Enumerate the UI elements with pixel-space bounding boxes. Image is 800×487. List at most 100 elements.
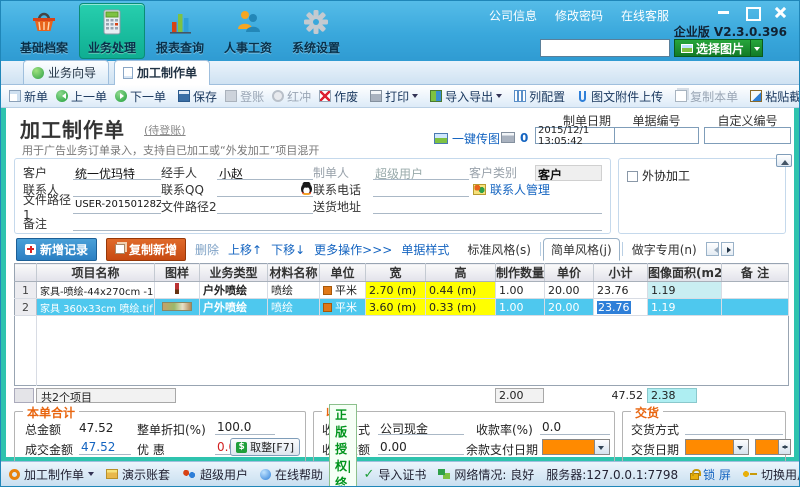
delivery-address-field[interactable] [373, 199, 602, 214]
style-standard[interactable]: 标准风格(s) [460, 239, 538, 260]
minimize-button[interactable] [717, 6, 731, 18]
paste-screenshot-button[interactable]: 粘贴截图 [746, 86, 799, 107]
statusbar-user[interactable]: 超级用户 [182, 466, 248, 483]
column-config-button[interactable]: 列配置 [510, 86, 569, 107]
price-cell[interactable]: 20.00 [544, 298, 594, 316]
tab-business-wizard[interactable]: 业务向导 [23, 60, 110, 84]
delivery-date-picker[interactable] [685, 439, 749, 455]
material-cell[interactable]: 喷绘 [267, 281, 320, 299]
contact-management-link[interactable]: 联系人管理 [469, 181, 602, 198]
next-order-button[interactable]: 下一单 [111, 86, 170, 107]
width-cell[interactable]: 3.60 (m) [365, 298, 426, 316]
subtotal-cell-editing[interactable]: 23.76 [593, 298, 648, 316]
red-reverse-button[interactable]: 红冲 [268, 86, 315, 107]
statusbar-account[interactable]: 演示账套 [106, 466, 170, 483]
statusbar-doc-menu[interactable]: 加工制作单 [9, 466, 95, 483]
attachment-upload-button[interactable]: 图文附件上传 [573, 86, 667, 107]
pay-method-field[interactable]: 公司现金 [378, 420, 464, 436]
file-path2-field[interactable] [217, 199, 313, 214]
nav-item-hr-payroll[interactable]: 人事工资 [215, 3, 281, 59]
material-cell[interactable]: 喷绘 [267, 298, 320, 316]
style-lettering[interactable]: 做字专用(n) [625, 239, 704, 260]
height-cell[interactable]: 0.33 (m) [425, 298, 496, 316]
balance-date-picker[interactable] [542, 439, 610, 455]
one-key-upload-link[interactable]: 一键传图 [434, 130, 500, 147]
price-cell[interactable]: 20.00 [544, 281, 594, 299]
pick-image-button[interactable]: 选择图片 [673, 39, 751, 57]
post-account-button[interactable]: 登账 [221, 86, 268, 107]
chevron-down-icon[interactable] [733, 440, 748, 454]
note-cell[interactable] [721, 298, 789, 316]
unit-color-swatch[interactable] [323, 303, 332, 312]
delivery-time-spinner[interactable] [755, 439, 791, 455]
delivery-method-field[interactable] [685, 420, 783, 435]
print-button[interactable]: 打印 [366, 86, 422, 107]
delete-row-link[interactable]: 删除 [195, 241, 219, 258]
sample-cell[interactable] [154, 298, 200, 316]
biz-type-cell[interactable]: 户外喷绘 [199, 298, 268, 316]
statusbar-help[interactable]: 在线帮助 [260, 466, 323, 483]
unit-cell[interactable]: 平米 [319, 281, 366, 299]
handler-field[interactable]: 小赵 [217, 165, 313, 180]
item-name-cell[interactable]: 家具-喷绘-44x270cm -1张.tif [36, 281, 155, 299]
nav-item-reports[interactable]: 报表查询 [147, 3, 213, 59]
file-path1-field[interactable]: USER-20150128ZN:C:\ [73, 199, 161, 214]
online-service-link[interactable]: 在线客服 [621, 7, 669, 24]
discount-field[interactable]: 100.0 [215, 420, 275, 435]
area-cell[interactable]: 1.19 [647, 281, 722, 299]
unit-color-swatch[interactable] [323, 286, 332, 295]
height-cell[interactable]: 0.44 (m) [425, 281, 496, 299]
copy-add-button[interactable]: 复制新增 [106, 237, 187, 261]
width-cell[interactable]: 2.70 (m) [365, 281, 426, 299]
qq-field[interactable] [217, 182, 313, 197]
contact-field[interactable] [73, 182, 161, 197]
item-name-cell[interactable]: 家具 360x33cm 喷绘.tif [36, 298, 155, 316]
lock-screen-link[interactable]: 锁 屏 [690, 466, 731, 483]
qty-cell[interactable]: 1.00 [495, 298, 545, 316]
deal-amount-field[interactable]: 47.52 [79, 440, 131, 455]
move-up-link[interactable]: 上移↑ [228, 241, 262, 258]
nav-item-settings[interactable]: 系统设置 [283, 3, 349, 59]
subtotal-cell[interactable]: 23.76 [593, 281, 648, 299]
maximize-button[interactable] [745, 6, 761, 21]
outsource-checkbox[interactable] [627, 171, 638, 182]
change-password-link[interactable]: 修改密码 [555, 7, 603, 24]
move-down-link[interactable]: 下移↓ [271, 241, 305, 258]
biz-type-cell[interactable]: 户外喷绘 [199, 281, 268, 299]
switch-user-link[interactable]: 切换用户 [742, 466, 799, 483]
void-button[interactable]: 作废 [315, 86, 362, 107]
prev-order-button[interactable]: 上一单 [52, 86, 111, 107]
qq-penguin-icon[interactable] [300, 182, 313, 195]
round-button[interactable]: 取整[F7] [230, 438, 300, 456]
customer-field[interactable]: 统一优玛特 [73, 165, 161, 180]
pick-image-dropdown[interactable] [751, 39, 763, 57]
scroll-right-button[interactable] [720, 242, 734, 256]
add-record-button[interactable]: 新增记录 [16, 237, 98, 261]
phone-field[interactable] [373, 182, 469, 197]
pay-rate-field[interactable]: 0.0 [540, 420, 610, 435]
scroll-left-button[interactable] [705, 242, 719, 256]
image-search-input[interactable] [539, 39, 670, 57]
more-actions-link[interactable]: 更多操作>>> [314, 241, 392, 258]
note-field[interactable] [73, 216, 602, 231]
printer-icon[interactable] [501, 132, 515, 143]
custom-number-input[interactable] [704, 127, 791, 144]
style-simple[interactable]: 简单风格(j) [542, 237, 620, 261]
company-info-link[interactable]: 公司信息 [489, 7, 537, 24]
nav-item-business[interactable]: 业务处理 [79, 3, 145, 59]
save-button[interactable]: 保存 [174, 86, 221, 107]
note-cell[interactable] [721, 281, 789, 299]
import-cert-link[interactable]: ✓ 导入证书 [363, 466, 426, 483]
sample-cell[interactable] [154, 281, 200, 299]
pay-amount-field[interactable]: 0.00 [378, 440, 464, 455]
close-button[interactable] [773, 6, 787, 18]
new-order-button[interactable]: 新单 [5, 86, 52, 107]
copy-order-button[interactable]: 复制本单 [671, 86, 742, 107]
nav-item-base-archive[interactable]: 基础档案 [11, 3, 77, 59]
unit-cell[interactable]: 平米 [319, 298, 366, 316]
chevron-down-icon[interactable] [594, 440, 609, 454]
area-cell[interactable]: 1.19 [647, 298, 722, 316]
tab-work-order[interactable]: 加工制作单 [114, 60, 211, 85]
spinner-arrows-icon[interactable] [778, 440, 790, 454]
doc-number-input[interactable] [614, 127, 699, 144]
